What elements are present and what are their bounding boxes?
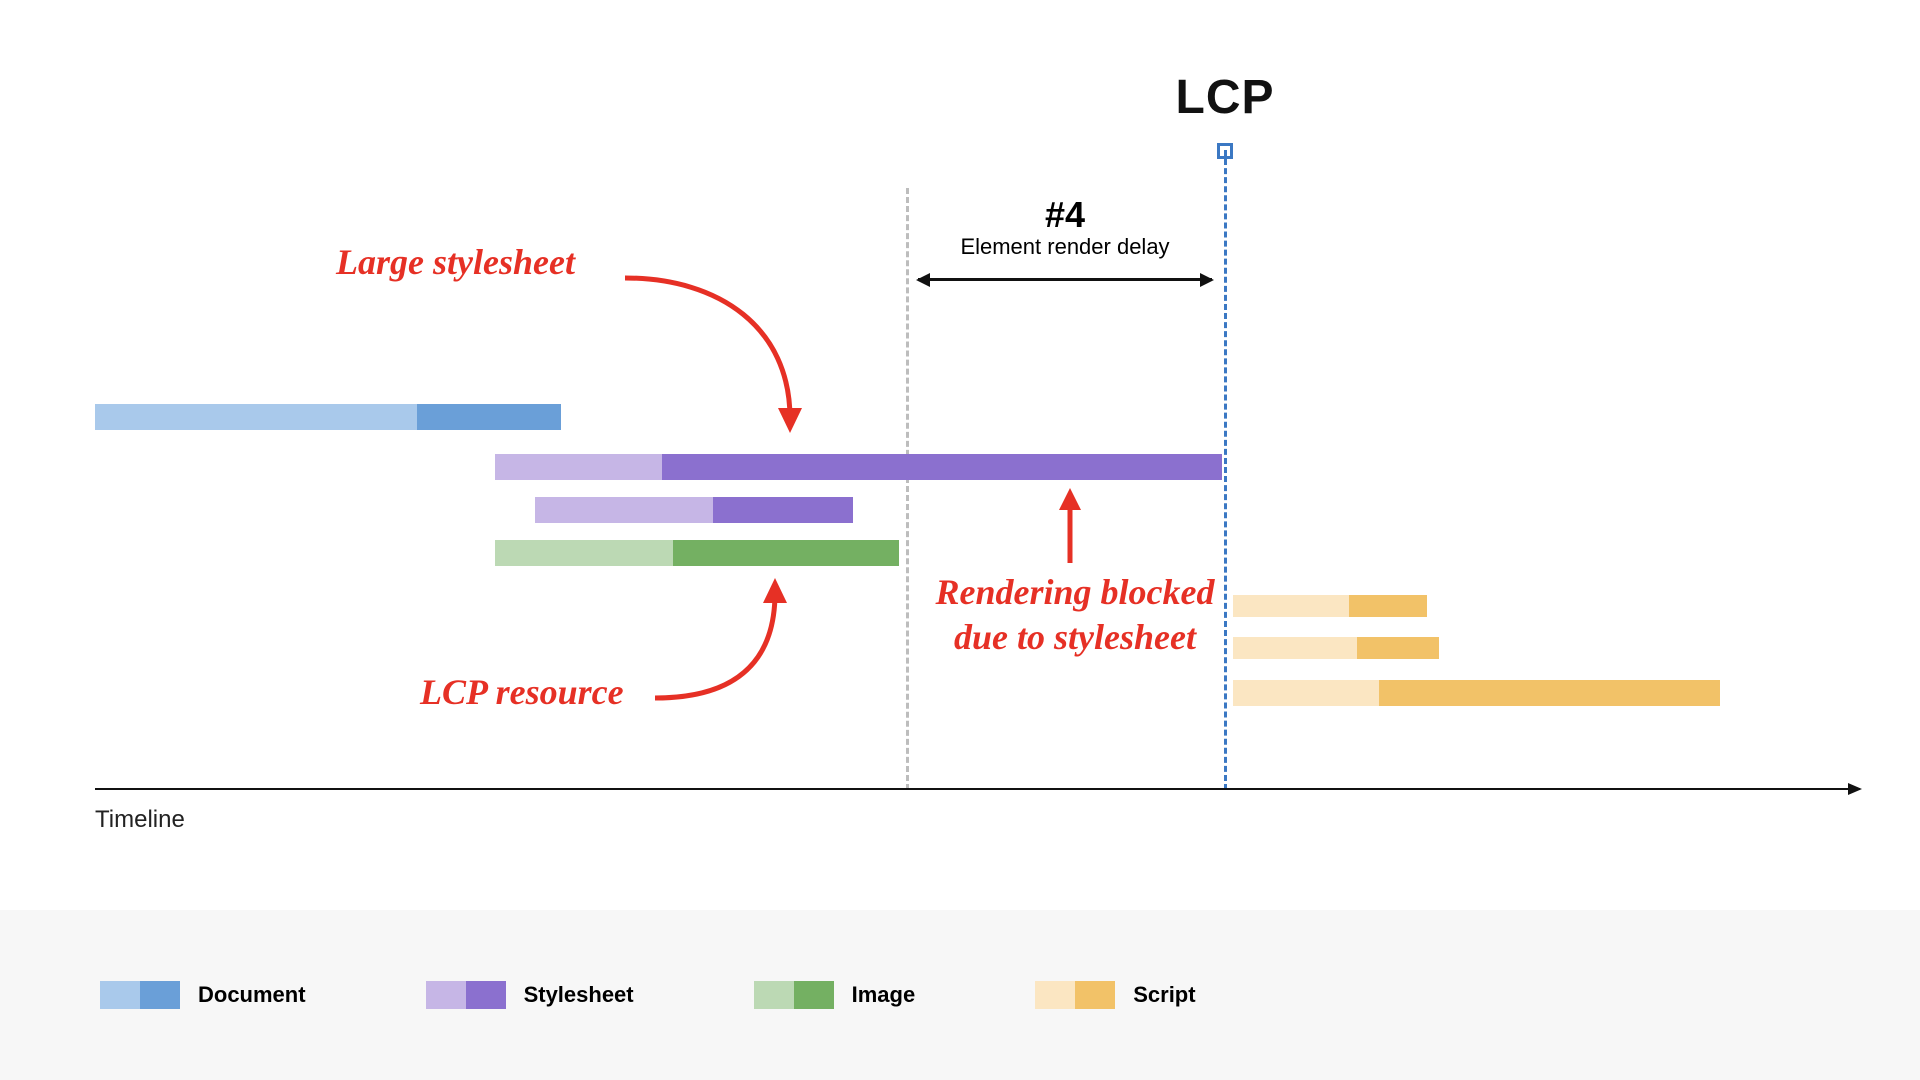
timeline-axis (95, 788, 1860, 790)
timeline-axis-label: Timeline (95, 806, 185, 834)
swatch-stylesheet (426, 981, 506, 1009)
lcp-label: LCP (1176, 70, 1275, 125)
legend-image-label: Image (852, 982, 916, 1008)
legend-image: Image (754, 981, 916, 1009)
arrow-blocked (1050, 488, 1090, 568)
arrow-large-stylesheet (620, 268, 840, 448)
bar-stylesheet-large (495, 454, 1222, 480)
legend: Document Stylesheet Image Script (0, 910, 1920, 1080)
phase-start-line (906, 188, 909, 790)
diagram-canvas: LCP #4 Element render delay Timeline Lar… (0, 0, 1920, 1080)
phase-double-arrow (918, 278, 1212, 281)
legend-stylesheet: Stylesheet (426, 981, 634, 1009)
legend-script: Script (1035, 981, 1195, 1009)
legend-document-label: Document (198, 982, 306, 1008)
bar-document (95, 404, 561, 430)
swatch-document (100, 981, 180, 1009)
arrow-lcp-resource (650, 578, 830, 718)
bar-image-lcp (495, 540, 899, 566)
legend-script-label: Script (1133, 982, 1195, 1008)
legend-document: Document (100, 981, 306, 1009)
bar-script-3 (1233, 680, 1720, 706)
annotation-blocked: Rendering blocked due to stylesheet (935, 570, 1215, 660)
annotation-lcp-resource: LCP resource (420, 670, 624, 715)
phase-number: #4 (1045, 194, 1085, 236)
annotation-large-stylesheet: Large stylesheet (336, 240, 575, 285)
bar-script-1 (1233, 595, 1427, 617)
swatch-image (754, 981, 834, 1009)
bar-script-2 (1233, 637, 1439, 659)
lcp-marker-line (1224, 150, 1227, 790)
phase-subtitle: Element render delay (960, 234, 1169, 260)
swatch-script (1035, 981, 1115, 1009)
bar-stylesheet-small (535, 497, 853, 523)
legend-stylesheet-label: Stylesheet (524, 982, 634, 1008)
